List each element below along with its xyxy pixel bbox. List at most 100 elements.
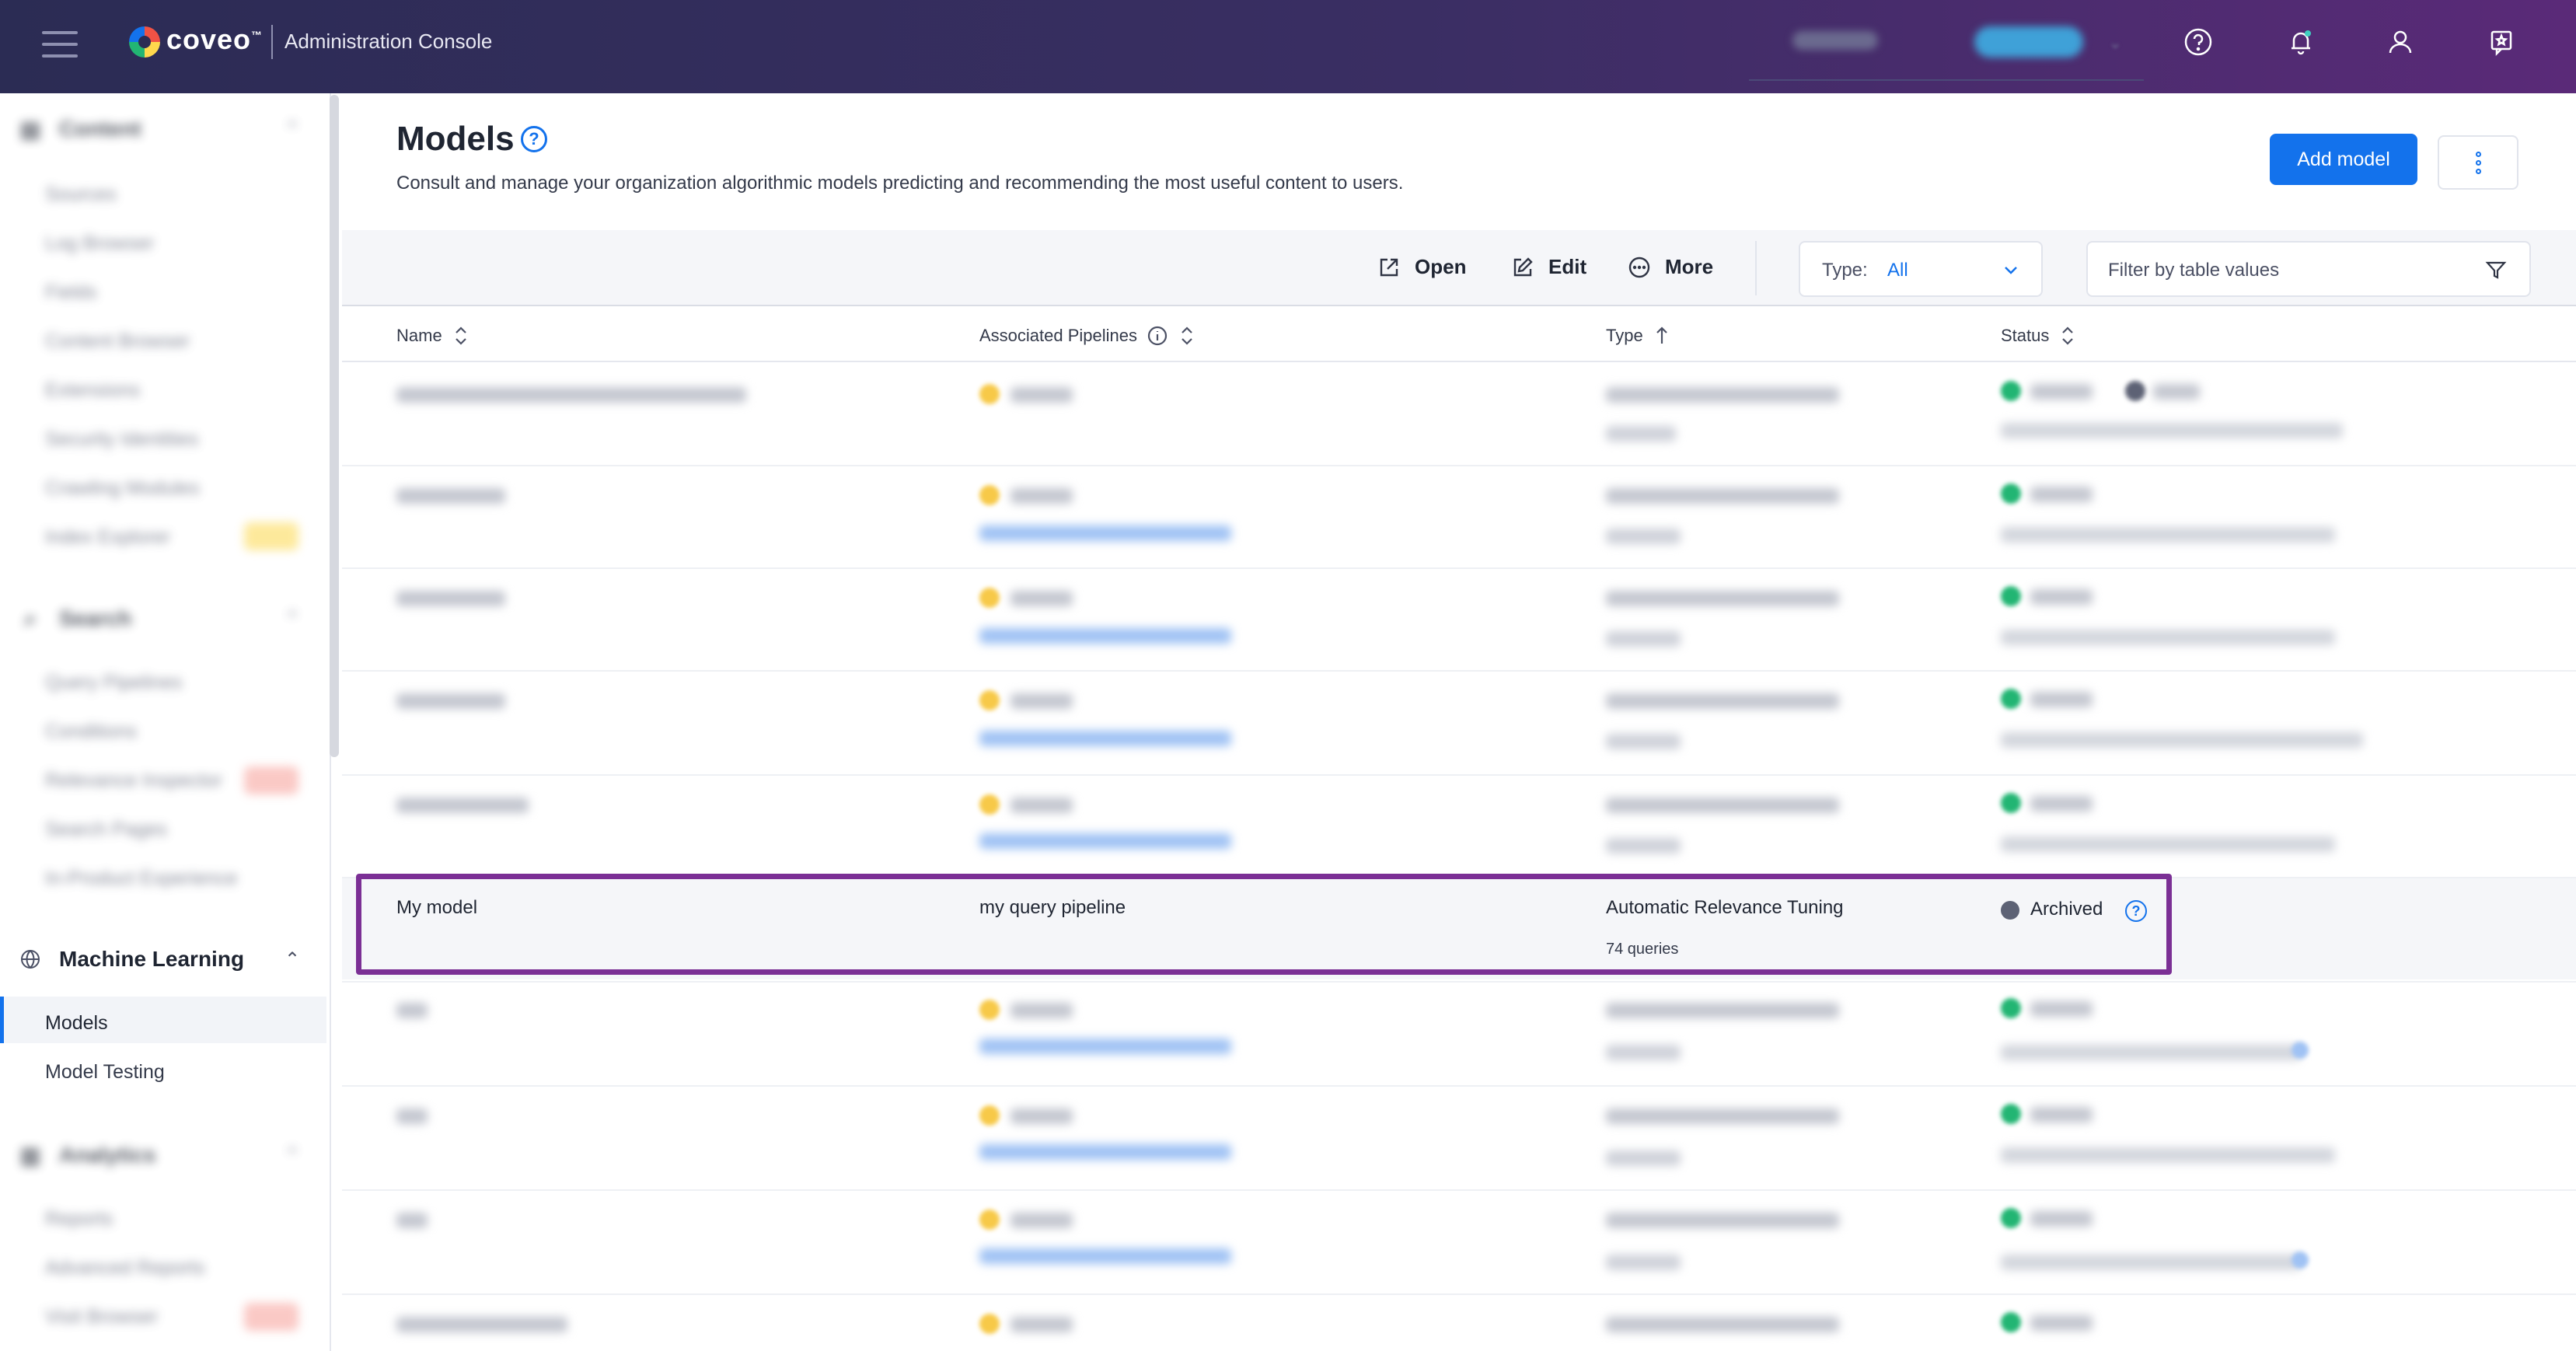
more-button[interactable]: More [1628, 255, 1713, 279]
blurred-associate-link[interactable] [979, 1144, 1231, 1160]
organization-name[interactable] [1792, 31, 1878, 50]
filter-input[interactable]: Filter by table values [2086, 241, 2531, 297]
sidebar-item-query-pipelines[interactable]: Query Pipelines [45, 672, 182, 694]
warning-icon [979, 794, 1000, 815]
filter-placeholder: Filter by table values [2108, 260, 2280, 281]
column-header-associated-pipelines[interactable]: Associated Pipelines [979, 325, 1196, 347]
blurred-name [396, 488, 505, 504]
blurred-status-detail [2001, 1255, 2301, 1270]
sidebar-item-fields[interactable]: Fields [45, 281, 97, 304]
blurred-associate-link[interactable] [979, 833, 1231, 849]
blurred-queries [1606, 1045, 1681, 1060]
warning-icon [979, 1314, 1000, 1334]
active-status-icon [2001, 483, 2021, 504]
sidebar-item-search-pages[interactable]: Search Pages [45, 819, 167, 841]
kebab-icon [2475, 150, 2481, 176]
blurred-associate-link[interactable] [979, 1039, 1231, 1054]
type-filter-value: All [1887, 260, 1908, 281]
sidebar-item-models[interactable]: Models [45, 1012, 108, 1035]
sort-icon [455, 326, 466, 345]
sidebar-item-sources[interactable]: Sources [45, 183, 117, 206]
notification-bell-icon[interactable] [2284, 25, 2318, 59]
row-divider [342, 465, 2576, 466]
open-button[interactable]: Open [1377, 255, 1466, 279]
sidebar-item-content-browser[interactable]: Content Browser [45, 330, 190, 353]
help-icon[interactable] [2181, 25, 2215, 59]
chevron-up-icon[interactable]: ⌃ [284, 948, 300, 971]
sidebar-item-conditions[interactable]: Conditions [45, 721, 137, 743]
row-divider [342, 1293, 2576, 1295]
blurred-queries [1606, 1255, 1681, 1270]
organization-badge[interactable] [1974, 26, 2083, 58]
chevron-up-icon[interactable]: ⌃ [284, 118, 300, 141]
blurred-name [396, 1108, 428, 1124]
sidebar-item-in-product-experience[interactable]: In-Product Experience [45, 868, 237, 890]
blurred-type [1606, 798, 1839, 813]
help-icon[interactable] [2292, 1042, 2309, 1059]
blurred-associate-link[interactable] [979, 628, 1231, 644]
add-model-button[interactable]: Add model [2270, 134, 2417, 185]
user-icon[interactable] [2383, 25, 2417, 59]
chevron-up-icon[interactable]: ⌃ [284, 1144, 300, 1167]
active-status-icon [2001, 381, 2021, 401]
sidebar-section-search[interactable]: ⌕ Search [19, 606, 131, 631]
beta-badge [244, 522, 298, 550]
blurred-associate-link[interactable] [979, 731, 1231, 746]
more-options-button[interactable] [2438, 135, 2518, 190]
org-selector-underline [1749, 79, 2144, 81]
active-status-icon [2001, 689, 2021, 709]
sidebar-item-advanced-reports[interactable]: Advanced Reports [45, 1257, 205, 1279]
sidebar-item-index-explorer[interactable]: Index Explorer [45, 526, 170, 549]
edit-button[interactable]: Edit [1511, 255, 1586, 279]
chevron-up-icon[interactable]: ⌃ [284, 608, 300, 630]
warning-icon [979, 588, 1000, 608]
help-icon[interactable]: ? [521, 126, 547, 152]
blurred-queries [1606, 838, 1681, 854]
column-header-name[interactable]: Name [396, 325, 470, 347]
column-header-status[interactable]: Status [2001, 325, 2077, 347]
type-filter-label: Type: [1822, 260, 1868, 281]
sidebar-item-security-identities[interactable]: Security Identities [45, 428, 198, 451]
sidebar-item-visit-browser[interactable]: Visit Browser [45, 1306, 158, 1328]
menu-icon[interactable] [42, 31, 78, 58]
sidebar-item-crawling-modules[interactable]: Crawling Modules [45, 477, 200, 500]
blurred-status [2030, 589, 2093, 605]
blurred-queries [1606, 1150, 1681, 1166]
blurred-type [1606, 1003, 1839, 1018]
blurred-status-detail [2001, 732, 2363, 748]
blurred-status [2030, 796, 2093, 812]
column-header-type[interactable]: Type [1606, 325, 1671, 347]
sidebar-item-log-browser[interactable]: Log Browser [45, 232, 154, 255]
sidebar-section-analytics[interactable]: ▥ Analytics [19, 1143, 156, 1168]
machine-learning-icon [19, 948, 42, 971]
warning-icon [979, 384, 1000, 404]
help-icon[interactable] [2292, 1252, 2309, 1269]
blurred-status-detail [2001, 527, 2335, 543]
row-divider [342, 1189, 2576, 1191]
blurred-type [1606, 693, 1839, 709]
chevron-down-icon[interactable]: ⌄ [2108, 33, 2122, 53]
sidebar-scrollbar[interactable] [330, 95, 339, 757]
status-icon [2125, 381, 2145, 401]
blurred-type [1606, 1108, 1839, 1124]
blurred-pipeline [1011, 488, 1073, 504]
blurred-associate-link[interactable] [979, 525, 1231, 541]
sidebar-section-machine-learning[interactable]: Machine Learning [19, 947, 244, 972]
more-horizontal-icon [1628, 257, 1650, 278]
blurred-status [2030, 692, 2093, 707]
type-filter-select[interactable]: Type: All [1799, 241, 2043, 297]
blurred-type [1606, 387, 1839, 403]
sidebar-item-extensions[interactable]: Extensions [45, 379, 140, 402]
sidebar-item-model-testing[interactable]: Model Testing [45, 1061, 165, 1084]
sort-icon [1182, 326, 1192, 345]
blurred-pipeline [1011, 1108, 1073, 1124]
active-status-icon [2001, 586, 2021, 606]
blurred-status-detail [2001, 423, 2343, 438]
feedback-icon[interactable] [2484, 25, 2518, 59]
sidebar-section-content[interactable]: ▤ Content [19, 117, 141, 141]
blurred-associate-link[interactable] [979, 1248, 1231, 1264]
sidebar-item-reports[interactable]: Reports [45, 1208, 113, 1231]
sidebar-item-relevance-inspector[interactable]: Relevance Inspector [45, 770, 222, 792]
info-icon[interactable] [1147, 325, 1168, 347]
blurred-status [2030, 487, 2093, 502]
